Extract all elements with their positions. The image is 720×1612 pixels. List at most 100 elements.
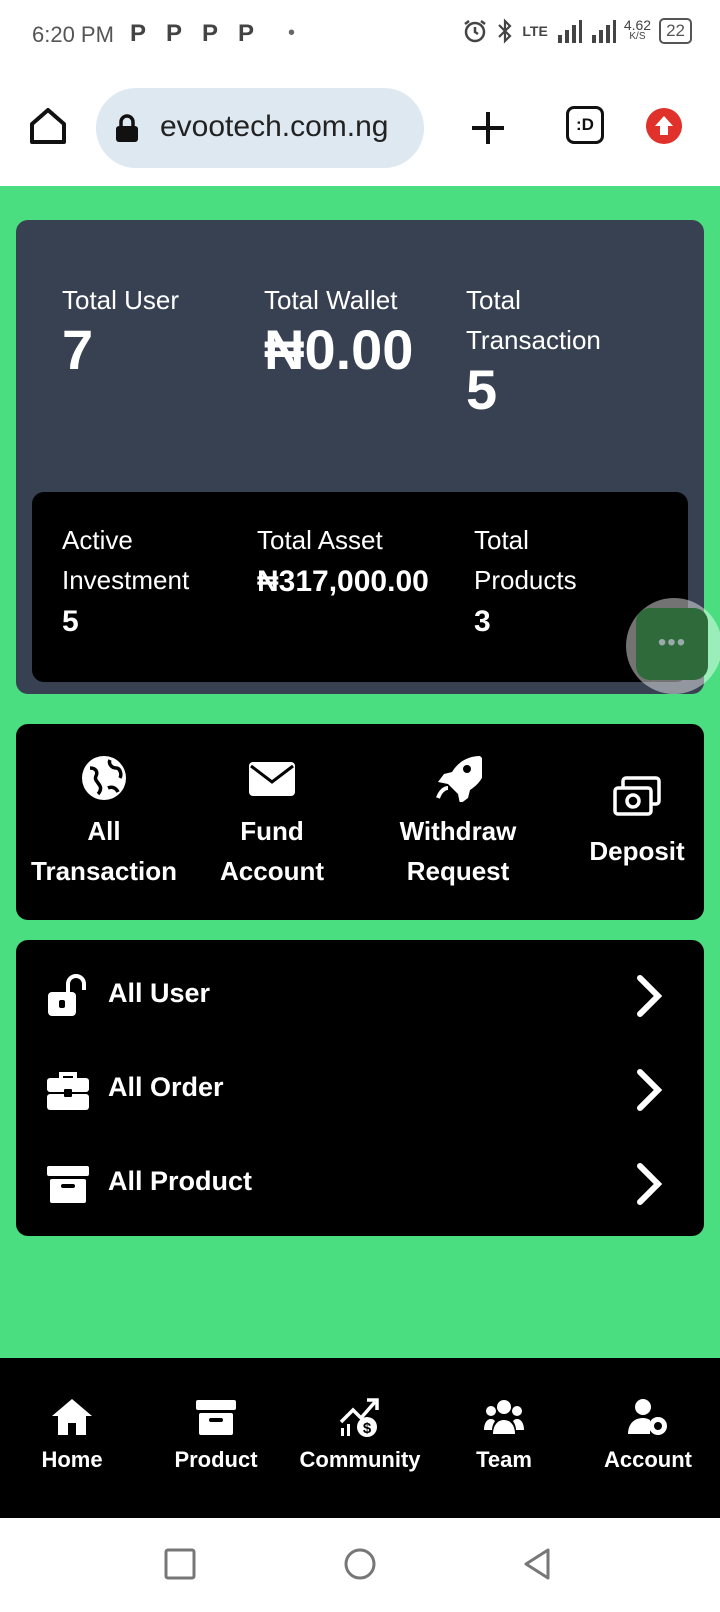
network-type: LTE bbox=[522, 23, 548, 39]
system-navigation bbox=[0, 1518, 720, 1612]
chevron-right-icon bbox=[637, 1163, 663, 1205]
menu-label: All User bbox=[108, 978, 211, 1008]
nav-account[interactable]: Account bbox=[576, 1396, 720, 1473]
home-icon[interactable] bbox=[26, 104, 70, 148]
admin-menu: All User All Order All Product bbox=[16, 940, 704, 1236]
back-icon[interactable] bbox=[520, 1546, 556, 1582]
nav-product[interactable]: Product bbox=[144, 1396, 288, 1473]
chevron-right-icon bbox=[637, 975, 663, 1017]
home-icon bbox=[52, 1399, 92, 1435]
action-label: Deposit bbox=[589, 836, 685, 866]
home-circle-icon[interactable] bbox=[342, 1546, 378, 1582]
nav-label: Account bbox=[604, 1447, 692, 1472]
nav-label: Product bbox=[174, 1447, 258, 1472]
withdraw-request-button[interactable]: Withdraw Request bbox=[382, 754, 534, 891]
svg-text:$: $ bbox=[363, 1420, 372, 1437]
stat-value: 5 bbox=[466, 358, 498, 421]
action-label: Fund bbox=[240, 816, 304, 846]
stat-label: Total User bbox=[62, 285, 180, 315]
bluetooth-icon bbox=[498, 18, 512, 44]
action-label: Account bbox=[220, 856, 324, 886]
notification-icon: P bbox=[130, 20, 147, 47]
stat-value: 3 bbox=[474, 605, 491, 638]
nav-label: Community bbox=[299, 1447, 421, 1472]
more-icon: ••• bbox=[636, 608, 708, 680]
chevron-right-icon bbox=[637, 1069, 663, 1111]
status-time: 6:20 PM bbox=[32, 22, 114, 47]
status-indicators: LTE 4.62 K/S 22 bbox=[462, 18, 692, 44]
main-content: Total User 7 Total Wallet ₦0.00 Total Tr… bbox=[0, 186, 720, 1358]
url-text: evootech.com.ng bbox=[160, 110, 389, 143]
stat-active-investment: Active Investment 5 bbox=[62, 520, 189, 644]
tab-switcher-button[interactable]: :D bbox=[566, 106, 604, 144]
chart-growth-icon: $ bbox=[339, 1398, 379, 1437]
nav-community[interactable]: $ Community bbox=[288, 1396, 432, 1473]
action-label: Transaction bbox=[31, 856, 177, 886]
stat-value: 5 bbox=[62, 605, 79, 638]
status-bar: 6:20 PM P P P P • LTE 4.62 K/S 22 bbox=[0, 0, 720, 72]
new-tab-icon[interactable] bbox=[466, 106, 510, 150]
bottom-navigation: Home Product $ Community Team Account bbox=[0, 1358, 720, 1518]
team-icon bbox=[484, 1400, 524, 1434]
stat-label: Total Asset bbox=[257, 525, 383, 555]
browser-toolbar: evootech.com.ng :D bbox=[0, 72, 720, 187]
money-icon bbox=[613, 776, 661, 816]
menu-item-all-product[interactable]: All Product bbox=[16, 1144, 704, 1224]
nav-label: Team bbox=[476, 1447, 532, 1472]
signal-icon bbox=[557, 20, 582, 43]
stat-total-transaction: Total Transaction 5 bbox=[466, 280, 601, 420]
all-transaction-button[interactable]: All Transaction bbox=[28, 754, 180, 891]
globe-icon bbox=[82, 756, 126, 800]
menu-item-all-user[interactable]: All User bbox=[16, 956, 704, 1036]
menu-label: All Product bbox=[108, 1166, 253, 1196]
fund-account-button[interactable]: Fund Account bbox=[202, 754, 342, 891]
stat-label: Transaction bbox=[466, 325, 601, 355]
quick-actions: All Transaction Fund Account Withdraw Re… bbox=[16, 724, 704, 920]
action-label: Withdraw bbox=[399, 816, 517, 846]
deposit-button[interactable]: Deposit bbox=[572, 774, 702, 871]
stat-label: Total bbox=[474, 525, 529, 555]
stat-value: ₦0.00 bbox=[264, 318, 414, 381]
stat-label: Products bbox=[474, 565, 577, 595]
envelope-icon bbox=[249, 762, 295, 796]
stat-total-wallet: Total Wallet ₦0.00 bbox=[264, 280, 413, 380]
address-bar[interactable]: evootech.com.ng bbox=[96, 88, 424, 168]
lock-icon bbox=[116, 114, 138, 142]
rocket-icon bbox=[436, 756, 486, 804]
secondary-stats: Active Investment 5 Total Asset ₦317,000… bbox=[32, 492, 688, 682]
notification-icon: P bbox=[166, 20, 183, 47]
more-notifications-dot: • bbox=[288, 22, 296, 44]
update-button[interactable] bbox=[646, 108, 682, 144]
stats-card: Total User 7 Total Wallet ₦0.00 Total Tr… bbox=[16, 220, 704, 694]
floating-chat-button[interactable]: ••• bbox=[626, 598, 720, 694]
stat-total-asset: Total Asset ₦317,000.00 bbox=[257, 520, 429, 604]
unlock-icon bbox=[48, 974, 86, 1016]
menu-label: All Order bbox=[108, 1072, 224, 1102]
action-label: All bbox=[87, 816, 121, 846]
nav-label: Home bbox=[41, 1447, 103, 1472]
stat-total-products: Total Products 3 bbox=[474, 520, 577, 644]
stat-label: Investment bbox=[62, 565, 190, 595]
nav-home[interactable]: Home bbox=[0, 1396, 144, 1473]
stat-label: Total bbox=[466, 285, 521, 315]
user-settings-icon bbox=[628, 1399, 667, 1435]
stat-label: Active bbox=[62, 525, 133, 555]
notification-icon: P bbox=[238, 20, 255, 47]
signal-icon bbox=[591, 20, 616, 43]
stat-value: 7 bbox=[62, 318, 94, 381]
data-speed: 4.62 K/S bbox=[624, 18, 651, 43]
stat-label: Total Wallet bbox=[264, 285, 398, 315]
notification-icon: P bbox=[202, 20, 219, 47]
briefcase-icon bbox=[47, 1072, 89, 1110]
stat-total-user: Total User 7 bbox=[62, 280, 179, 380]
archive-box-icon bbox=[196, 1400, 236, 1435]
menu-item-all-order[interactable]: All Order bbox=[16, 1050, 704, 1130]
alarm-icon bbox=[464, 20, 487, 43]
recent-apps-icon[interactable] bbox=[162, 1546, 198, 1582]
action-label: Request bbox=[406, 856, 510, 886]
nav-team[interactable]: Team bbox=[432, 1396, 576, 1473]
battery-level: 22 bbox=[659, 18, 692, 44]
arrow-up-icon bbox=[655, 116, 673, 135]
stat-value: ₦317,000.00 bbox=[257, 565, 429, 598]
archive-box-icon bbox=[47, 1166, 89, 1203]
